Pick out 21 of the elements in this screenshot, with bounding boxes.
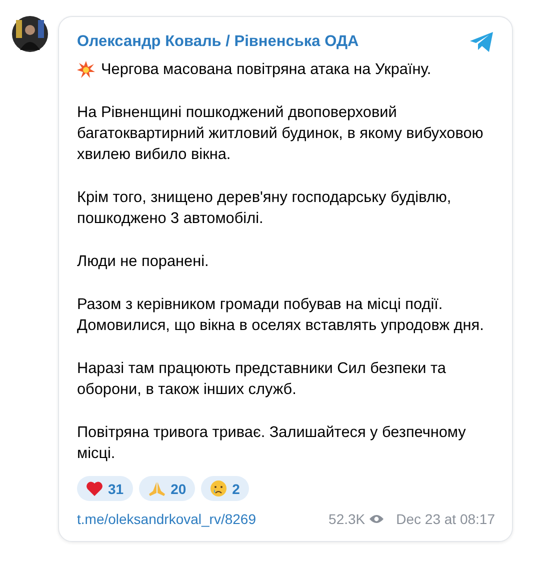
post-text: Чергова масована повітряна атака на Україну. xyxy=(101,60,432,80)
reaction-button[interactable]: 31 xyxy=(77,476,133,501)
avatar xyxy=(12,16,48,52)
post-date: Dec 23 at 08:17 xyxy=(396,511,495,527)
explosion-icon xyxy=(77,61,95,79)
post-link[interactable]: t.me/oleksandrkoval_rv/8269 xyxy=(77,511,256,527)
post-text: Разом з керівником громади побував на місці події. Домовилися, що вікна в оселях вставлять упродовж дня. xyxy=(77,295,485,336)
post-text: Люди не поранені. xyxy=(77,252,210,272)
paper-plane-icon[interactable] xyxy=(469,31,495,53)
praying-hands-icon xyxy=(148,480,166,496)
post-text: Наразі там працюють представники Сил безпеки та оборони, в також інших служб. xyxy=(77,359,447,400)
post-text: На Рівненщині пошкоджений двоповерховий багатоквартирний житловий будинок, в якому вибуховою хвилею вибило вікна. xyxy=(77,103,484,165)
crying-face-icon xyxy=(210,480,228,497)
author-name[interactable]: Олександр Коваль / Рівненська ОДА xyxy=(77,33,359,51)
view-count: 52.3K xyxy=(328,511,366,527)
heart-icon xyxy=(86,480,103,496)
reaction-button[interactable]: 2 xyxy=(201,476,249,501)
post-text: Крім того, знищено дерев'яну господарську будівлю, пошкоджено 3 автомобілі. xyxy=(77,188,452,229)
reaction-button[interactable]: 20 xyxy=(138,476,196,501)
eye-icon xyxy=(369,514,384,524)
post-text: Повітряна тривога триває. Залишайтеся у безпечному місці. xyxy=(77,423,467,464)
